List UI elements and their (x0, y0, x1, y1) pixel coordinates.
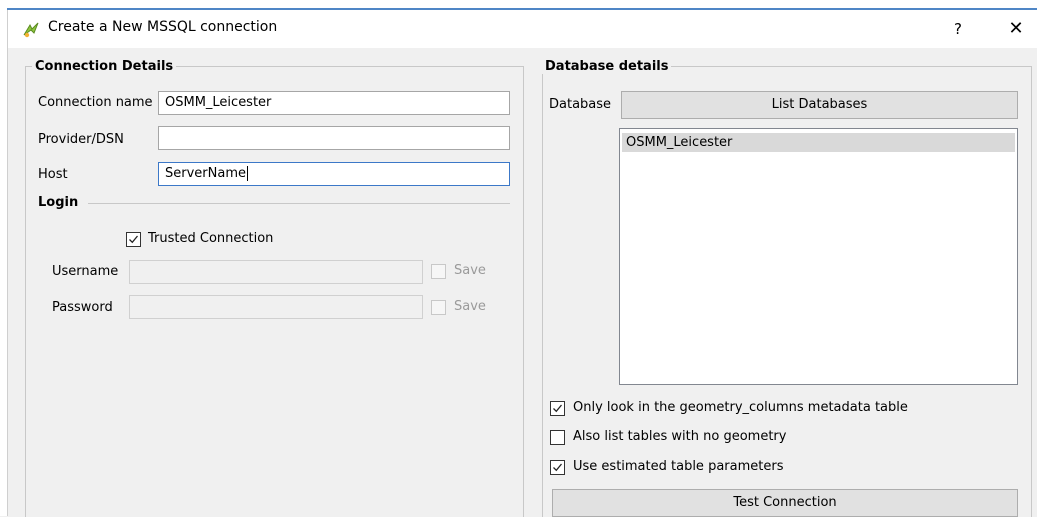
password-input[interactable] (129, 295, 423, 319)
dialog-window: Create a New MSSQL connection ? ✕ Connec… (8, 10, 1037, 517)
no-geometry-checkbox[interactable] (550, 430, 565, 445)
login-separator (88, 203, 510, 204)
database-label: Database (549, 97, 612, 112)
list-databases-button[interactable]: List Databases (621, 91, 1018, 119)
connection-name-label: Connection name (38, 95, 153, 110)
test-connection-button[interactable]: Test Connection (552, 489, 1018, 517)
save-password-checkbox[interactable] (431, 300, 446, 315)
provider-dsn-input[interactable] (158, 126, 510, 150)
checkmark-icon (553, 463, 563, 472)
host-label: Host (38, 167, 68, 182)
host-input[interactable]: ServerName (158, 162, 510, 186)
save-username-label: Save (454, 263, 486, 278)
help-button[interactable]: ? (946, 16, 970, 42)
estimated-params-label[interactable]: Use estimated table parameters (573, 459, 783, 474)
password-label: Password (52, 300, 113, 315)
estimated-params-checkbox[interactable] (550, 460, 565, 475)
connection-details-title: Connection Details (32, 59, 177, 74)
connection-name-input[interactable]: OSMM_Leicester (158, 91, 510, 115)
save-password-label: Save (454, 299, 486, 314)
database-details-title: Database details (542, 59, 672, 74)
qgis-logo-icon (22, 21, 40, 39)
geometry-columns-label[interactable]: Only look in the geometry_columns metada… (573, 400, 908, 415)
geometry-columns-checkbox[interactable] (550, 401, 565, 416)
title-bar: Create a New MSSQL connection ? ✕ (8, 10, 1037, 48)
save-username-checkbox[interactable] (431, 264, 446, 279)
trusted-connection-checkbox[interactable] (126, 232, 141, 247)
host-input-value: ServerName (165, 166, 246, 181)
username-input[interactable] (129, 260, 423, 284)
username-label: Username (52, 264, 119, 279)
window-title: Create a New MSSQL connection (48, 19, 278, 35)
no-geometry-label[interactable]: Also list tables with no geometry (573, 429, 786, 444)
login-title: Login (38, 195, 79, 210)
text-caret (246, 166, 248, 181)
background-strip (0, 0, 1037, 8)
trusted-connection-label[interactable]: Trusted Connection (148, 231, 273, 246)
close-button[interactable]: ✕ (1004, 16, 1028, 42)
background-edge (0, 8, 8, 516)
database-list-item[interactable]: OSMM_Leicester (622, 133, 1015, 152)
checkmark-icon (553, 404, 563, 413)
checkmark-icon (129, 235, 139, 244)
database-list[interactable]: OSMM_Leicester (619, 128, 1018, 385)
provider-dsn-label: Provider/DSN (38, 132, 124, 147)
